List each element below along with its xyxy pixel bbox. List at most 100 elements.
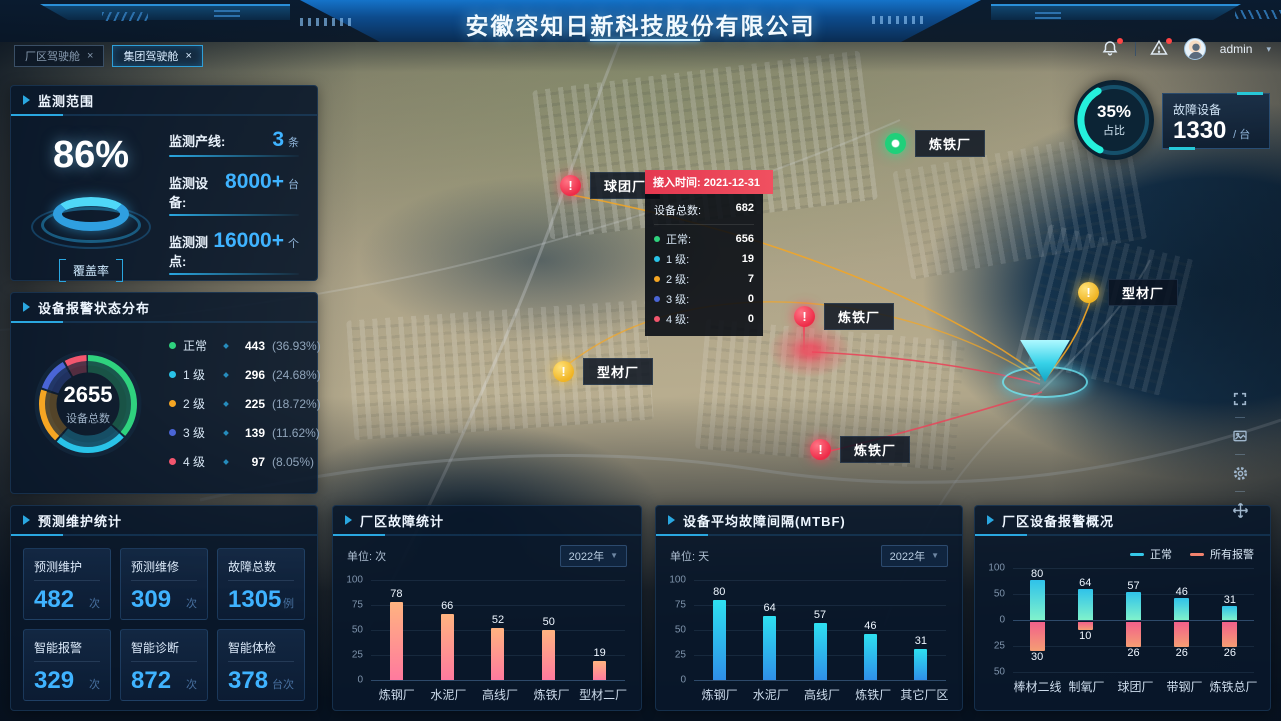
bar-value-label: 31 xyxy=(1224,594,1236,606)
chart-unit-label: 单位: 天 xyxy=(670,548,709,564)
bar xyxy=(441,614,454,680)
fullscreen-icon[interactable] xyxy=(1229,388,1251,410)
bar-value-label: 80 xyxy=(1031,568,1043,580)
bar-column[interactable]: 66 xyxy=(422,580,473,680)
bar-column[interactable]: 64 xyxy=(1061,568,1109,620)
tab-close-icon[interactable]: × xyxy=(87,50,93,62)
y-tick-label: 50 xyxy=(994,667,1005,678)
fault-percent: 35% xyxy=(1097,102,1131,122)
bar-column[interactable]: 10 xyxy=(1061,620,1109,672)
coverage-ring-graphic xyxy=(26,183,156,249)
bar-column[interactable]: 52 xyxy=(473,580,524,680)
title-arrow-icon xyxy=(345,515,352,525)
year-select[interactable]: 2022年▼ xyxy=(560,545,627,567)
normal-bar xyxy=(1222,606,1237,620)
bar-column[interactable]: 19 xyxy=(574,580,625,680)
factory-marker-red[interactable]: !炼铁厂 xyxy=(810,436,910,463)
alarm-bar xyxy=(1222,622,1237,647)
warning-icon[interactable] xyxy=(1150,39,1170,59)
pan-move-icon[interactable] xyxy=(1229,499,1251,521)
tab-group-cockpit[interactable]: 集团驾驶舱× xyxy=(112,45,202,67)
bar-column[interactable]: 31 xyxy=(896,580,946,680)
fault-percent-gauge: 35% 占比 xyxy=(1074,80,1154,160)
username[interactable]: admin xyxy=(1220,42,1253,56)
panel-title: 厂区故障统计 xyxy=(333,506,641,534)
grid-line xyxy=(694,680,946,681)
alarm-bar xyxy=(1126,622,1141,647)
fault-gauge-widget: 35% 占比 故障设备 1330 / 台 xyxy=(1074,80,1274,162)
bar-column[interactable]: 57 xyxy=(1109,568,1157,620)
user-avatar[interactable] xyxy=(1184,38,1206,60)
header-dot-decoration xyxy=(300,18,354,26)
tab-close-icon[interactable]: × xyxy=(185,50,191,62)
bar xyxy=(914,649,927,680)
caret-down-icon: ▼ xyxy=(931,551,939,560)
fault-device-count: 1330 / 台 xyxy=(1173,118,1259,148)
marker-status-icon: ! xyxy=(560,175,581,196)
bar-column[interactable]: 57 xyxy=(795,580,845,680)
title-arrow-icon xyxy=(987,515,994,525)
alarm-bars: 3010262626 xyxy=(1013,620,1254,672)
bar-value-label: 19 xyxy=(593,647,605,659)
bar-column[interactable]: 78 xyxy=(371,580,422,680)
tab-factory-cockpit[interactable]: 厂区驾驶舱× xyxy=(14,45,104,67)
legend-dash-icon xyxy=(1130,553,1144,556)
maintenance-stat-card: 智能报警329次 xyxy=(23,629,111,701)
y-axis: 0255075100 xyxy=(341,580,367,680)
marker-status-icon: ! xyxy=(553,361,574,382)
factory-marker-yellow[interactable]: !型材厂 xyxy=(1078,279,1178,306)
image-export-icon[interactable] xyxy=(1229,425,1251,447)
settings-gear-icon[interactable] xyxy=(1229,462,1251,484)
fault-device-title: 故障设备 xyxy=(1173,101,1259,118)
bar-column[interactable]: 26 xyxy=(1206,620,1254,672)
factory-tooltip: 接入时间: 2021-12-31 设备总数:682 正常:6561 级:192 … xyxy=(645,170,763,336)
category-label: 炼铁厂 xyxy=(848,686,899,703)
bar-column[interactable]: 50 xyxy=(523,580,574,680)
panel-title: 监测范围 xyxy=(11,86,317,114)
alarm-distribution-panel: 设备报警状态分布 2655 设备总数 正常443(36.93%)1 级296(2… xyxy=(10,292,318,494)
y-tick-label: 50 xyxy=(994,589,1005,600)
y-tick-label: 0 xyxy=(999,615,1005,626)
bar xyxy=(864,634,877,680)
factory-marker-green[interactable]: 炼铁厂 xyxy=(885,130,985,157)
header-dot-decoration xyxy=(872,16,926,24)
maintenance-stat-card: 预测维修309次 xyxy=(120,548,208,620)
bar-value-label: 31 xyxy=(915,635,927,647)
year-select[interactable]: 2022年▼ xyxy=(881,545,948,567)
y-tick-label: 50 xyxy=(352,625,363,636)
header-underline xyxy=(590,39,700,41)
legend-item[interactable]: 所有报警 xyxy=(1190,546,1254,562)
bar-column[interactable]: 31 xyxy=(1206,568,1254,620)
maintenance-stat-card: 智能体检378台次 xyxy=(217,629,305,701)
y-axis: 0255075100 xyxy=(664,580,690,680)
title-arrow-icon xyxy=(23,302,30,312)
bar-column[interactable]: 64 xyxy=(744,580,794,680)
y-axis: 0501002550 xyxy=(983,568,1009,674)
tooltip-status-row: 1 级:19 xyxy=(654,249,754,269)
bar-value-label: 78 xyxy=(390,588,402,600)
bar-column[interactable]: 26 xyxy=(1158,620,1206,672)
alarm-diverging-bar-chart: 050100255080645746313010262626 xyxy=(983,568,1258,674)
bar xyxy=(763,616,776,680)
factory-marker-red[interactable]: !炼铁厂 xyxy=(794,303,894,330)
workspace-tabs: 厂区驾驶舱× 集团驾驶舱× xyxy=(14,45,203,67)
y-tick-label: 100 xyxy=(669,575,686,586)
bar-column[interactable]: 46 xyxy=(845,580,895,680)
tooltip-status-row: 4 级:0 xyxy=(654,309,754,329)
maintenance-stats-panel: 预测维护统计 预测维护482次预测维修309次故障总数1305例智能报警329次… xyxy=(10,505,318,711)
legend-item[interactable]: 正常 xyxy=(1130,546,1172,562)
bar-column[interactable]: 46 xyxy=(1158,568,1206,620)
tooltip-status-row: 3 级:0 xyxy=(654,289,754,309)
normal-bar xyxy=(1174,598,1189,620)
bar-column[interactable]: 30 xyxy=(1013,620,1061,672)
alarm-bell-icon[interactable] xyxy=(1101,39,1121,59)
caret-down-icon: ▼ xyxy=(610,551,618,560)
title-arrow-icon xyxy=(668,515,675,525)
y-tick-label: 75 xyxy=(352,600,363,611)
bar-column[interactable]: 80 xyxy=(694,580,744,680)
bar-column[interactable]: 80 xyxy=(1013,568,1061,620)
user-menu-caret-icon[interactable]: ▾ xyxy=(1266,44,1271,55)
factory-marker-yellow[interactable]: !型材厂 xyxy=(553,358,653,385)
bar-value-label: 64 xyxy=(763,602,775,614)
bar-column[interactable]: 26 xyxy=(1109,620,1157,672)
